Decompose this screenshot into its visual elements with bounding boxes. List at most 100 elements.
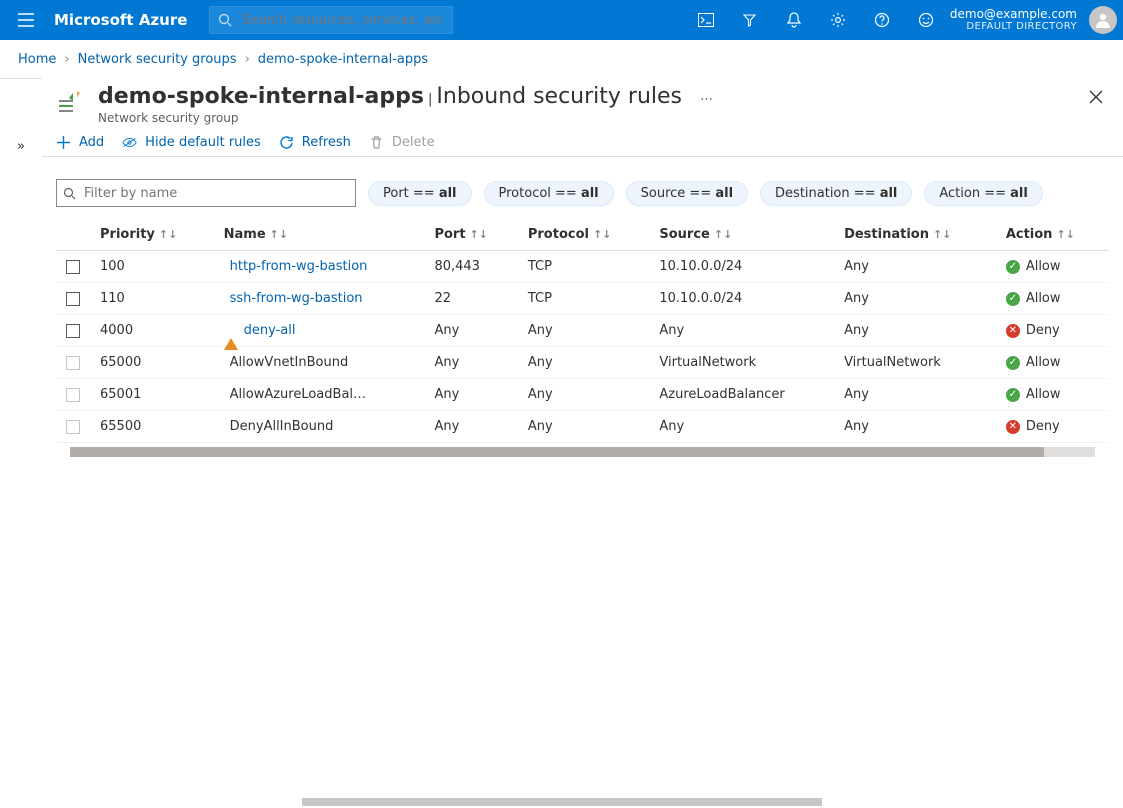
cell-source: VirtualNetwork: [649, 347, 834, 379]
rule-name-link[interactable]: AllowVnetInBound: [230, 355, 349, 370]
filter-chip[interactable]: Source == all: [626, 181, 748, 206]
account-email: demo@example.com: [950, 7, 1077, 21]
cell-protocol: Any: [518, 347, 650, 379]
cell-port: 22: [424, 283, 517, 315]
cell-priority: 100: [90, 251, 214, 283]
crumb-resource[interactable]: demo-spoke-internal-apps: [258, 52, 428, 67]
cell-protocol: TCP: [518, 251, 650, 283]
hide-default-rules-button[interactable]: Hide default rules: [122, 135, 261, 150]
cell-port: Any: [424, 347, 517, 379]
menu-icon[interactable]: [6, 0, 46, 40]
search-input[interactable]: [240, 7, 443, 33]
cell-destination: Any: [834, 379, 996, 411]
col-action[interactable]: Action↑↓: [996, 219, 1109, 251]
filter-input[interactable]: [82, 185, 349, 202]
warning-icon: [224, 323, 238, 350]
rule-name-link[interactable]: DenyAllInBound: [230, 419, 334, 434]
table-row[interactable]: 4000 deny-all Any Any Any Any ✕Deny: [56, 315, 1109, 347]
crumb-nsg[interactable]: Network security groups: [78, 52, 237, 67]
bottom-scrollbar[interactable]: [0, 798, 1123, 806]
search-icon: [218, 13, 232, 27]
directory-filter-icon[interactable]: [730, 0, 770, 40]
table-row[interactable]: 110 ssh-from-wg-bastion 22 TCP 10.10.0.0…: [56, 283, 1109, 315]
filter-chip[interactable]: Port == all: [368, 181, 472, 206]
resource-type: Network security group: [98, 111, 1075, 125]
rule-name-link[interactable]: AllowAzureLoadBalan…: [230, 387, 370, 402]
row-checkbox[interactable]: [66, 324, 80, 338]
row-checkbox[interactable]: [66, 260, 80, 274]
brand-label[interactable]: Microsoft Azure: [50, 11, 205, 29]
avatar[interactable]: [1089, 6, 1117, 34]
cell-action: ✕Deny: [1006, 323, 1099, 338]
cell-priority: 110: [90, 283, 214, 315]
cell-destination: Any: [834, 315, 996, 347]
filter-by-name[interactable]: [56, 179, 356, 207]
close-icon[interactable]: [1089, 90, 1103, 104]
cell-port: Any: [424, 315, 517, 347]
cell-action: ✓Allow: [1006, 387, 1099, 402]
account-block[interactable]: demo@example.com DEFAULT DIRECTORY: [950, 7, 1085, 33]
command-bar: Add Hide default rules Refresh Delete: [42, 129, 1123, 157]
col-destination[interactable]: Destination↑↓: [834, 219, 996, 251]
feedback-icon[interactable]: [906, 0, 946, 40]
allow-icon: ✓: [1006, 356, 1020, 370]
resource-name: demo-spoke-internal-apps: [98, 84, 424, 109]
row-checkbox[interactable]: [66, 420, 80, 434]
table-row[interactable]: 65001 AllowAzureLoadBalan… Any Any Azure…: [56, 379, 1109, 411]
row-checkbox[interactable]: [66, 292, 80, 306]
h-scrollbar[interactable]: [70, 447, 1095, 457]
nsg-icon: [56, 88, 84, 116]
add-button[interactable]: Add: [56, 135, 104, 150]
cell-destination: VirtualNetwork: [834, 347, 996, 379]
filter-chip[interactable]: Destination == all: [760, 181, 912, 206]
cell-destination: Any: [834, 251, 996, 283]
allow-icon: ✓: [1006, 388, 1020, 402]
cell-protocol: Any: [518, 315, 650, 347]
notifications-icon[interactable]: [774, 0, 814, 40]
table-row[interactable]: 65000 AllowVnetInBound Any Any VirtualNe…: [56, 347, 1109, 379]
rules-table-wrap: Priority↑↓ Name↑↓ Port↑↓ Protocol↑↓ Sour…: [42, 219, 1123, 808]
col-port[interactable]: Port↑↓: [424, 219, 517, 251]
cell-action: ✓Allow: [1006, 259, 1099, 274]
more-icon[interactable]: ⋯: [700, 92, 713, 107]
help-icon[interactable]: [862, 0, 902, 40]
cell-priority: 65000: [90, 347, 214, 379]
cell-port: Any: [424, 379, 517, 411]
filter-chip[interactable]: Action == all: [924, 181, 1042, 206]
allow-icon: ✓: [1006, 260, 1020, 274]
cell-protocol: Any: [518, 379, 650, 411]
col-source[interactable]: Source↑↓: [649, 219, 834, 251]
chevron-right-icon: ›: [245, 52, 250, 67]
refresh-button[interactable]: Refresh: [279, 135, 351, 150]
cell-protocol: Any: [518, 411, 650, 443]
table-row[interactable]: 65500 DenyAllInBound Any Any Any Any ✕De…: [56, 411, 1109, 443]
rule-name-link[interactable]: ssh-from-wg-bastion: [230, 291, 363, 306]
cell-action: ✕Deny: [1006, 419, 1099, 434]
deny-icon: ✕: [1006, 420, 1020, 434]
col-protocol[interactable]: Protocol↑↓: [518, 219, 650, 251]
cell-source: AzureLoadBalancer: [649, 379, 834, 411]
col-name[interactable]: Name↑↓: [214, 219, 425, 251]
table-row[interactable]: 100 http-from-wg-bastion 80,443 TCP 10.1…: [56, 251, 1109, 283]
cloud-shell-icon[interactable]: [686, 0, 726, 40]
rule-name-link[interactable]: deny-all: [244, 323, 296, 338]
cell-protocol: TCP: [518, 283, 650, 315]
account-directory: DEFAULT DIRECTORY: [966, 21, 1077, 33]
cell-source: Any: [649, 315, 834, 347]
rule-name-link[interactable]: http-from-wg-bastion: [230, 259, 368, 274]
cell-priority: 4000: [90, 315, 214, 347]
row-checkbox[interactable]: [66, 388, 80, 402]
row-checkbox[interactable]: [66, 356, 80, 370]
crumb-home[interactable]: Home: [18, 52, 56, 67]
filter-chip[interactable]: Protocol == all: [484, 181, 614, 206]
search-bar[interactable]: [209, 6, 452, 34]
chevron-right-icon: ›: [64, 52, 69, 67]
filter-row: Port == all Protocol == all Source == all D…: [42, 157, 1123, 219]
expand-chevron-icon[interactable]: »: [17, 139, 25, 154]
rules-table: Priority↑↓ Name↑↓ Port↑↓ Protocol↑↓ Sour…: [56, 219, 1109, 443]
settings-icon[interactable]: [818, 0, 858, 40]
col-priority[interactable]: Priority↑↓: [90, 219, 214, 251]
section-name: Inbound security rules: [436, 84, 682, 109]
left-rail: »: [0, 78, 42, 808]
cell-source: Any: [649, 411, 834, 443]
